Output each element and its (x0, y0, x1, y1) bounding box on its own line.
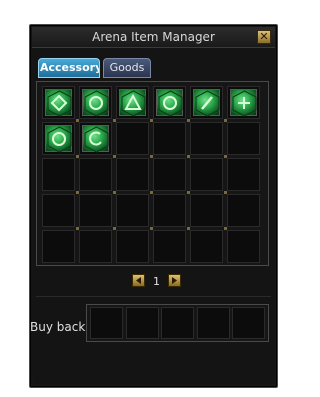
item-slot[interactable] (42, 122, 75, 155)
grid-stud (150, 191, 153, 194)
close-icon: ✕ (259, 30, 269, 43)
title-bar[interactable]: Arena Item Manager ✕ (32, 27, 275, 48)
window-title: Arena Item Manager (92, 30, 215, 44)
grid-stud (113, 227, 116, 230)
item-grid (36, 81, 269, 266)
grid-stud (76, 119, 79, 122)
item-slot[interactable] (79, 122, 112, 155)
item-slot[interactable] (116, 194, 149, 227)
item-slot[interactable] (42, 158, 75, 191)
item-slot[interactable] (227, 230, 260, 263)
next-page-button[interactable] (168, 274, 181, 287)
grid-stud (113, 191, 116, 194)
buyback-label: Buy back (30, 320, 86, 334)
item-slot[interactable] (79, 158, 112, 191)
prev-page-button[interactable] (132, 274, 145, 287)
grid-stud (113, 119, 116, 122)
item-slot[interactable] (153, 86, 186, 119)
item-slot[interactable] (42, 230, 75, 263)
item-slot[interactable] (153, 122, 186, 155)
grid-stud (187, 119, 190, 122)
green-gem-item-icon (82, 125, 109, 153)
buyback-slot[interactable] (196, 307, 230, 339)
item-slot[interactable] (42, 86, 75, 119)
tab-goods-label: Goods (109, 61, 145, 74)
green-gem-item-icon (193, 89, 220, 117)
green-gem-item-icon (45, 89, 72, 117)
buyback-slot[interactable] (232, 307, 265, 339)
buyback-slots (86, 304, 269, 342)
grid-stud (224, 155, 227, 158)
green-gem-item-icon (156, 89, 183, 117)
grid-stud (224, 227, 227, 230)
arrow-left-icon (136, 277, 141, 284)
divider (36, 296, 271, 297)
grid-stud (76, 155, 79, 158)
item-slot[interactable] (42, 194, 75, 227)
page-number: 1 (153, 275, 160, 288)
tab-goods[interactable]: Goods (103, 58, 151, 78)
item-slot[interactable] (227, 122, 260, 155)
pager: 1 (132, 274, 182, 288)
item-slot[interactable] (190, 230, 223, 263)
grid-stud (76, 227, 79, 230)
arrow-right-icon (172, 277, 177, 284)
item-slot[interactable] (190, 86, 223, 119)
item-slot[interactable] (116, 86, 149, 119)
grid-stud (187, 191, 190, 194)
grid-stud (187, 227, 190, 230)
item-slot[interactable] (227, 158, 260, 191)
item-slot[interactable] (79, 194, 112, 227)
item-slot[interactable] (116, 230, 149, 263)
arena-item-manager-window: Arena Item Manager ✕ Accessory Goods 1 B… (29, 24, 278, 388)
item-slot[interactable] (79, 230, 112, 263)
grid-stud (150, 119, 153, 122)
green-gem-item-icon (230, 89, 257, 117)
grid-stud (150, 155, 153, 158)
green-gem-item-icon (119, 89, 146, 117)
buyback-slot[interactable] (90, 307, 123, 339)
item-slot[interactable] (116, 158, 149, 191)
item-slot[interactable] (190, 194, 223, 227)
item-slot[interactable] (190, 122, 223, 155)
green-gem-item-icon (82, 89, 109, 117)
buyback-slot[interactable] (161, 307, 194, 339)
item-slot[interactable] (153, 230, 186, 263)
item-slot[interactable] (116, 122, 149, 155)
tab-accessory[interactable]: Accessory (38, 58, 100, 78)
item-slot[interactable] (79, 86, 112, 119)
tab-accessory-label: Accessory (40, 61, 100, 74)
green-gem-item-icon (45, 125, 72, 153)
grid-stud (150, 227, 153, 230)
item-slot[interactable] (227, 194, 260, 227)
item-slot[interactable] (153, 194, 186, 227)
grid-stud (224, 119, 227, 122)
grid-stud (224, 191, 227, 194)
buyback-slot[interactable] (125, 307, 159, 339)
item-slot[interactable] (227, 86, 260, 119)
item-slot[interactable] (190, 158, 223, 191)
item-slot[interactable] (153, 158, 186, 191)
grid-stud (113, 155, 116, 158)
grid-stud (76, 191, 79, 194)
close-button[interactable]: ✕ (257, 30, 271, 44)
grid-stud (187, 155, 190, 158)
